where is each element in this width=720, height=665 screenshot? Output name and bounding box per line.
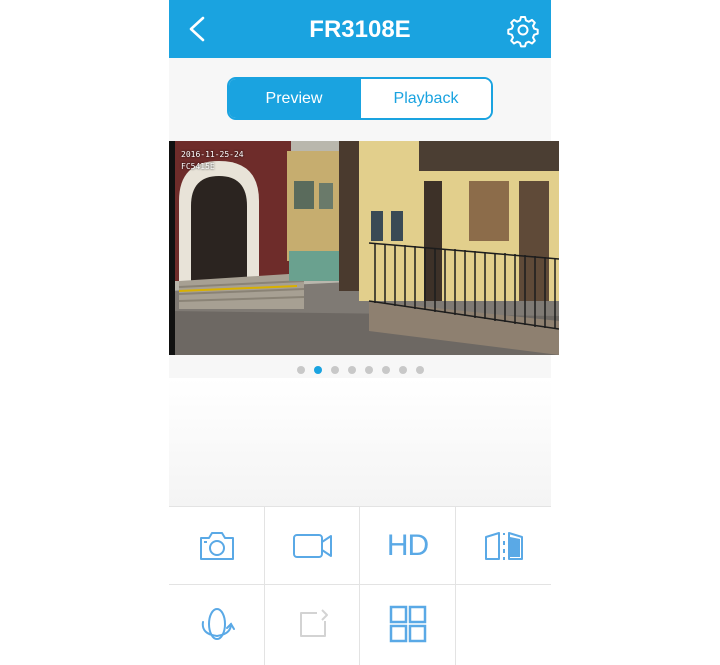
video-preview[interactable]: 2016-11-25-24 FC5415E [169,141,559,355]
camera-feed-image [169,141,559,355]
tab-preview[interactable]: Preview [229,79,359,118]
gear-icon [507,16,539,48]
quality-button[interactable]: HD [360,507,455,585]
video-osd: 2016-11-25-24 FC5415E [181,149,244,173]
back-button[interactable] [179,10,215,48]
blank-panel [169,378,551,506]
mirror-flip-icon [484,532,523,560]
snapshot-button[interactable] [169,507,264,585]
grid-layout-icon [389,605,426,643]
quality-label: HD [386,529,429,562]
video-record-icon [292,534,332,558]
page-dot[interactable] [381,366,390,374]
tab-playback[interactable]: Playback [359,79,491,118]
share-button[interactable] [265,585,360,663]
page-dot[interactable] [347,366,356,374]
settings-button[interactable] [505,12,541,48]
page-dot-active[interactable] [313,366,322,374]
record-button[interactable] [265,507,360,585]
page-dot[interactable] [330,366,339,374]
layout-button[interactable] [360,585,455,663]
page-title: FR3108E [309,16,411,43]
app-screen: FR3108E Preview Playback 2016-11-25-24 F… [169,0,559,665]
page-dot[interactable] [296,366,305,374]
back-icon [189,16,205,42]
camera-icon [199,532,234,560]
rotate-icon [201,608,235,640]
rotate-button[interactable] [169,585,264,663]
page-indicator [169,364,551,376]
control-grid: HD [169,506,551,665]
mirror-button[interactable] [456,507,551,585]
page-dot[interactable] [364,366,373,374]
share-icon [299,609,328,637]
page-dot[interactable] [398,366,407,374]
osd-timestamp: 2016-11-25-24 [181,150,244,159]
view-mode-tabs: Preview Playback [227,77,493,120]
page-dot[interactable] [415,366,424,374]
top-bar: FR3108E [169,0,551,58]
osd-channel-name: FC5415E [181,162,215,171]
